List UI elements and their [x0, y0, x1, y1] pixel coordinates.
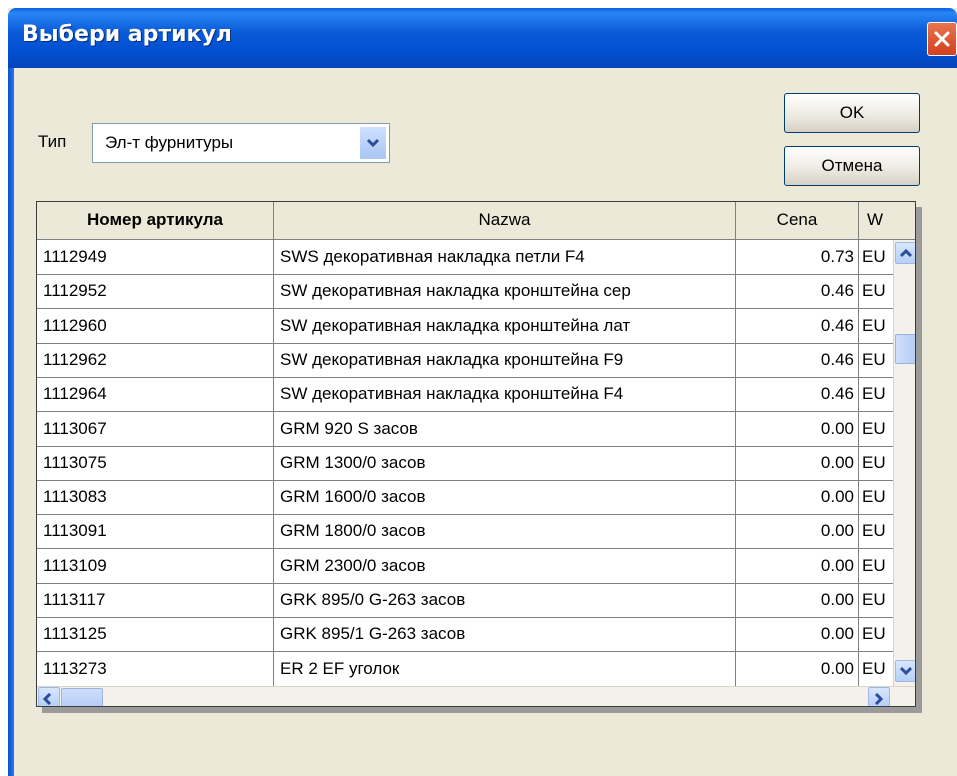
table-row[interactable]: 1113083 GRM 1600/0 засов 0.00 EU: [37, 480, 915, 516]
table-row[interactable]: 1112962 SW декоративная накладка кронштей…: [37, 342, 915, 378]
cell-article-number[interactable]: 1113117: [37, 583, 274, 618]
cell-name[interactable]: GRK 895/1 G-263 засов: [274, 617, 736, 653]
table-row[interactable]: 1113273 ER 2 EF уголок 0.00 EU: [37, 651, 915, 687]
vertical-scrollbar[interactable]: [893, 240, 915, 686]
dialog-title: Выбери артикул: [22, 22, 232, 47]
table-row[interactable]: 1113075 GRM 1300/0 засов 0.00 EU: [37, 445, 915, 481]
scroll-down-button[interactable]: [895, 660, 915, 682]
cell-price[interactable]: 0.00: [736, 411, 859, 447]
column-header-article-number[interactable]: Номер артикула: [37, 202, 274, 240]
cell-name[interactable]: SW декоративная накладка кронштейна сер: [274, 274, 736, 310]
scroll-right-button[interactable]: [868, 687, 890, 706]
ok-button[interactable]: OK: [784, 93, 920, 133]
table-row[interactable]: 1113109 GRM 2300/0 засов 0.00 EU: [37, 548, 915, 584]
cell-article-number[interactable]: 1112964: [37, 377, 274, 413]
arrow-right-icon: [874, 693, 883, 705]
dialog-window: Выбери артикул Тип Эл-т фурнитуры OK Отм…: [8, 8, 957, 776]
scroll-up-button[interactable]: [895, 242, 915, 264]
cell-article-number[interactable]: 1112960: [37, 308, 274, 344]
cell-price[interactable]: 0.46: [736, 274, 859, 310]
cell-article-number[interactable]: 1112952: [37, 274, 274, 310]
title-bar[interactable]: Выбери артикул: [8, 8, 957, 68]
cell-price[interactable]: 0.73: [736, 240, 859, 275]
cell-name[interactable]: GRM 1300/0 засов: [274, 445, 736, 481]
cell-article-number[interactable]: 1113083: [37, 480, 274, 516]
cell-name[interactable]: SW декоративная накладка кронштейна F9: [274, 342, 736, 378]
cell-name[interactable]: GRM 1600/0 засов: [274, 480, 736, 516]
cell-article-number[interactable]: 1113125: [37, 617, 274, 653]
cell-name[interactable]: GRM 2300/0 засов: [274, 548, 736, 584]
cell-name[interactable]: ER 2 EF уголок: [274, 651, 736, 687]
table-row[interactable]: 1112960 SW декоративная накладка кронштей…: [37, 308, 915, 344]
table-row[interactable]: 1113125 GRK 895/1 G-263 засов 0.00 EU: [37, 617, 915, 653]
type-dropdown[interactable]: Эл-т фурнитуры: [92, 123, 390, 163]
arrow-up-icon: [900, 248, 912, 258]
cell-name[interactable]: GRM 1800/0 засов: [274, 514, 736, 550]
cell-price[interactable]: 0.00: [736, 445, 859, 481]
scroll-left-button[interactable]: [38, 687, 60, 706]
table-row[interactable]: 1113067 GRM 920 S засов 0.00 EU: [37, 411, 915, 447]
cell-article-number[interactable]: 1113091: [37, 514, 274, 550]
close-icon: [934, 31, 950, 47]
cell-price[interactable]: 0.00: [736, 651, 859, 687]
cell-article-number[interactable]: 1113075: [37, 445, 274, 481]
column-header-currency[interactable]: W: [859, 202, 915, 240]
cell-price[interactable]: 0.00: [736, 480, 859, 516]
articles-table: Номер артикула Nazwa Cena W 1112949 SWS д…: [36, 201, 916, 707]
vertical-scroll-thumb[interactable]: [895, 334, 915, 364]
cancel-button[interactable]: Отмена: [784, 146, 920, 186]
cell-name[interactable]: SWS декоративная накладка петли F4: [274, 240, 736, 275]
table-row[interactable]: 1112964 SW декоративная накладка кронштей…: [37, 377, 915, 413]
close-button[interactable]: [927, 22, 957, 56]
dropdown-button[interactable]: [359, 126, 387, 160]
cell-article-number[interactable]: 1113109: [37, 548, 274, 584]
type-label: Тип: [38, 132, 67, 151]
table-row[interactable]: 1112949 SWS декоративная накладка петли F…: [37, 240, 915, 275]
column-header-price[interactable]: Cena: [736, 202, 859, 240]
arrow-down-icon: [900, 666, 912, 676]
cell-name[interactable]: GRM 920 S засов: [274, 411, 736, 447]
cell-price[interactable]: 0.00: [736, 548, 859, 584]
column-header-name[interactable]: Nazwa: [274, 202, 736, 240]
cell-article-number[interactable]: 1113067: [37, 411, 274, 447]
arrow-left-icon: [43, 693, 52, 705]
table-row[interactable]: 1113091 GRM 1800/0 засов 0.00 EU: [37, 514, 915, 550]
cell-price[interactable]: 0.46: [736, 308, 859, 344]
table-row[interactable]: 1112952 SW декоративная накладка кронштей…: [37, 274, 915, 310]
table-row[interactable]: 1113117 GRK 895/0 G-263 засов 0.00 EU: [37, 583, 915, 618]
window-frame-left: [8, 68, 14, 776]
cell-price[interactable]: 0.00: [736, 514, 859, 550]
horizontal-scroll-thumb[interactable]: [61, 688, 103, 706]
horizontal-scrollbar[interactable]: [37, 686, 915, 706]
cell-price[interactable]: 0.00: [736, 617, 859, 653]
cell-name[interactable]: GRK 895/0 G-263 засов: [274, 583, 736, 618]
cell-price[interactable]: 0.00: [736, 583, 859, 618]
cell-article-number[interactable]: 1112962: [37, 342, 274, 378]
cell-name[interactable]: SW декоративная накладка кронштейна лат: [274, 308, 736, 344]
cell-price[interactable]: 0.46: [736, 377, 859, 413]
cell-price[interactable]: 0.46: [736, 342, 859, 378]
cell-name[interactable]: SW декоративная накладка кронштейна F4: [274, 377, 736, 413]
type-dropdown-value: Эл-т фурнитуры: [105, 133, 234, 152]
cell-article-number[interactable]: 1112949: [37, 240, 274, 275]
chevron-down-icon: [366, 138, 380, 148]
cell-article-number[interactable]: 1113273: [37, 651, 274, 687]
